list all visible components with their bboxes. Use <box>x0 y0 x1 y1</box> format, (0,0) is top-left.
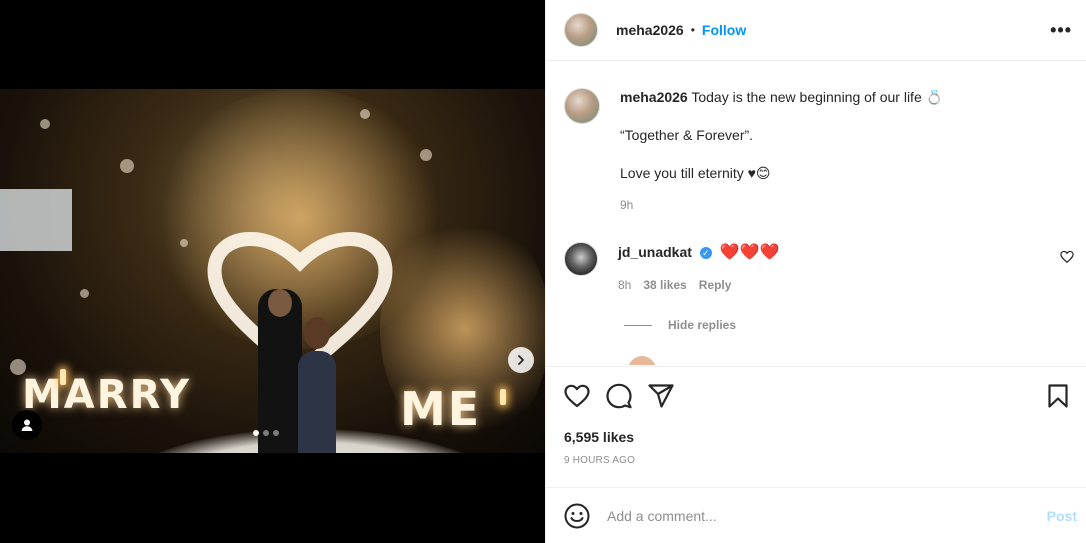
comment-text: ❤️❤️❤️ <box>719 244 780 261</box>
divider-line <box>624 324 652 326</box>
carousel-next-button[interactable] <box>508 347 534 373</box>
comment-icon <box>606 383 632 409</box>
bokeh <box>10 359 26 375</box>
caption-line-2: “Together & Forever”. <box>620 127 754 143</box>
separator-dot: • <box>690 23 695 37</box>
man-head <box>268 289 292 317</box>
chevron-right-icon <box>518 355 524 365</box>
comment-input[interactable] <box>607 507 1047 524</box>
bokeh <box>80 289 89 298</box>
comment-time[interactable]: 8h <box>618 278 631 292</box>
post-comment-button[interactable]: Post <box>1047 508 1077 524</box>
reply-avatar[interactable] <box>628 356 656 365</box>
save-button[interactable] <box>1048 384 1068 408</box>
carousel-dot <box>263 430 269 436</box>
bokeh <box>360 109 370 119</box>
user-tags-button[interactable] <box>12 410 42 440</box>
comment-item: jd_unadkat ✓ ❤️❤️❤️ 8h 38 likes Reply <box>564 242 1074 292</box>
post-caption: meha2026 Today is the new beginning of o… <box>564 88 943 214</box>
emoji-button[interactable] <box>564 503 590 529</box>
caption-text: Today is the new beginning of our life 💍 <box>691 89 944 105</box>
heart-icon <box>564 384 590 408</box>
hide-replies-label: Hide replies <box>668 318 737 332</box>
more-icon[interactable]: ••• <box>1050 20 1072 41</box>
add-comment-bar: Post <box>546 487 1086 543</box>
likes-count[interactable]: 6,595 likes <box>546 411 1086 445</box>
heart-icon[interactable] <box>1060 250 1074 264</box>
candle <box>500 389 506 405</box>
post-photo[interactable]: MARRY ME <box>0 89 545 453</box>
bokeh <box>120 159 134 173</box>
post-timestamp[interactable]: 9 HOURS AGO <box>546 445 1086 466</box>
comment-likes[interactable]: 38 likes <box>643 278 686 292</box>
bookmark-icon <box>1048 384 1068 408</box>
post-media-pane: MARRY ME <box>0 0 545 543</box>
post-side-panel: meha2026 • Follow ••• meha2026 Today is … <box>545 0 1086 543</box>
bokeh <box>180 239 188 247</box>
carousel-dot <box>273 430 279 436</box>
author-avatar[interactable] <box>564 13 598 47</box>
projector-screen <box>0 189 72 251</box>
post-header: meha2026 • Follow ••• <box>546 0 1086 61</box>
hide-replies-button[interactable]: Hide replies <box>624 318 736 332</box>
comment-button[interactable] <box>606 383 632 409</box>
like-button[interactable] <box>564 384 590 408</box>
user-tag-icon <box>21 419 33 431</box>
woman-head <box>304 317 330 349</box>
caption-line-3: Love you till eternity ♥😊 <box>620 165 771 181</box>
author-username[interactable]: meha2026 <box>616 22 684 38</box>
carousel-dot-active <box>253 430 259 436</box>
commenter-username[interactable]: jd_unadkat <box>618 244 692 260</box>
reply-button[interactable]: Reply <box>699 278 732 292</box>
carousel-indicator <box>253 430 279 436</box>
post-actions: 6,595 likes 9 HOURS AGO <box>546 366 1086 486</box>
share-button[interactable] <box>648 384 674 408</box>
bokeh <box>420 149 432 161</box>
caption-username[interactable]: meha2026 <box>620 89 688 105</box>
candle <box>60 369 66 385</box>
woman-figure <box>298 351 336 453</box>
smile-icon <box>564 503 590 528</box>
verified-icon: ✓ <box>699 247 712 259</box>
caption-author-avatar[interactable] <box>564 88 600 124</box>
me-letters: ME <box>400 382 482 436</box>
commenter-avatar[interactable] <box>564 242 598 276</box>
bokeh <box>40 119 50 129</box>
share-icon <box>648 384 674 408</box>
follow-button[interactable]: Follow <box>702 22 746 38</box>
marry-letters: MARRY <box>22 372 192 418</box>
caption-time[interactable]: 9h <box>620 196 943 214</box>
comments-section[interactable]: meha2026 Today is the new beginning of o… <box>546 62 1086 365</box>
